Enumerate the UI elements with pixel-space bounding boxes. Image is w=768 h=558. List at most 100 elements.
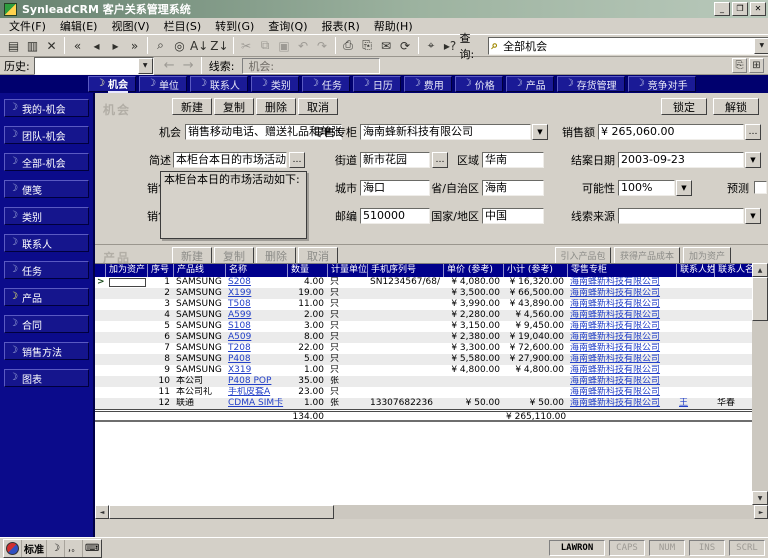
- close-button[interactable]: ✕: [750, 2, 766, 16]
- tab-calendar[interactable]: ☽日历: [353, 76, 401, 92]
- horizontal-scrollbar[interactable]: ◄ ►: [95, 505, 768, 519]
- sort-asc-icon[interactable]: A↓: [189, 36, 209, 55]
- new-button[interactable]: 新建: [172, 98, 212, 115]
- counter-link[interactable]: 海南蜂新科技有限公司: [570, 332, 660, 342]
- tab-tasks[interactable]: ☽任务: [302, 76, 350, 92]
- menu-help[interactable]: 帮助(H): [367, 17, 420, 35]
- sidebar-item-sales-methods[interactable]: ☽销售方法: [4, 342, 89, 360]
- history-combobox[interactable]: ▼: [34, 57, 154, 75]
- tab-competitors[interactable]: ☽竞争对手: [628, 76, 696, 92]
- counter-link[interactable]: 海南蜂新科技有限公司: [570, 354, 660, 364]
- report-page-icon[interactable]: ⎘: [732, 58, 747, 73]
- sidebar-item-contracts[interactable]: ☽合同: [4, 315, 89, 333]
- ellipsis-icon[interactable]: …: [432, 152, 448, 168]
- tab-inventory[interactable]: ☽存货管理: [557, 76, 625, 92]
- product-link[interactable]: S208: [228, 277, 251, 287]
- product-copy-button[interactable]: 复制: [214, 247, 254, 264]
- ime-logo-icon[interactable]: [4, 540, 22, 557]
- cancel-button[interactable]: 取消: [298, 98, 338, 115]
- preview-icon[interactable]: ◎: [170, 36, 189, 55]
- restore-button[interactable]: ❐: [732, 2, 748, 16]
- street-field[interactable]: 新市花园: [360, 152, 430, 168]
- table-row[interactable]: 11本公司礼手机皮套A23.00只海南蜂新科技有限公司: [95, 387, 752, 398]
- query-combobox[interactable]: ⌕ 全部机会 ▼: [488, 37, 768, 55]
- tab-company[interactable]: ☽单位: [139, 76, 187, 92]
- ime-fullwidth-icon[interactable]: ☽: [47, 540, 65, 557]
- sidebar-item-my-opportunities[interactable]: ☽我的-机会: [4, 99, 89, 117]
- table-row[interactable]: 6SAMSUNGA5098.00只¥ 2,380.00¥ 19,040.00海南…: [95, 332, 752, 343]
- brief-field[interactable]: 本柜台本日的市场活动如下:: [173, 152, 287, 168]
- last-record-icon[interactable]: »: [125, 36, 144, 55]
- copy-button[interactable]: 复制: [214, 98, 254, 115]
- sidebar-item-contacts[interactable]: ☽联系人: [4, 234, 89, 252]
- chevron-down-icon[interactable]: ▼: [745, 152, 761, 168]
- product-link[interactable]: 手机皮套A: [228, 387, 270, 397]
- product-link[interactable]: X319: [228, 365, 251, 375]
- find-icon[interactable]: ⌖: [422, 36, 441, 55]
- sidebar-item-all-opportunities[interactable]: ☽全部-机会: [4, 153, 89, 171]
- refresh-icon[interactable]: ⟳: [396, 36, 415, 55]
- tab-contacts[interactable]: ☽联系人: [190, 76, 248, 92]
- menu-sections[interactable]: 栏目(S): [157, 17, 209, 35]
- product-link[interactable]: T208: [228, 343, 251, 353]
- forecast-checkbox[interactable]: [754, 181, 767, 194]
- print-icon[interactable]: ⎙: [339, 36, 358, 55]
- delete-button[interactable]: 删除: [256, 98, 296, 115]
- ime-punctuation-icon[interactable]: ，。: [65, 540, 83, 557]
- table-row[interactable]: 8SAMSUNGP4085.00只¥ 5,580.00¥ 27,900.00海南…: [95, 354, 752, 365]
- product-link[interactable]: S108: [228, 321, 251, 331]
- column-header[interactable]: 联系人姓: [676, 264, 714, 277]
- amount-field[interactable]: ¥ 265,060.00: [598, 124, 744, 140]
- ime-keyboard-icon[interactable]: ⌨: [83, 540, 101, 557]
- prev-record-icon[interactable]: ◂: [87, 36, 106, 55]
- product-link[interactable]: T508: [228, 299, 251, 309]
- product-link[interactable]: CDMA SIM卡: [228, 398, 283, 408]
- counter-link[interactable]: 海南蜂新科技有限公司: [570, 277, 660, 287]
- product-link[interactable]: P408: [228, 354, 251, 364]
- zoom-icon[interactable]: ⌕: [151, 36, 170, 55]
- counter-link[interactable]: 海南蜂新科技有限公司: [570, 398, 660, 408]
- lead-source-field[interactable]: [618, 208, 744, 224]
- menu-view[interactable]: 视图(V): [104, 17, 156, 35]
- tab-opportunity[interactable]: ☽机会: [88, 76, 136, 92]
- tab-products[interactable]: ☽产品: [506, 76, 554, 92]
- forward-icon[interactable]: →: [179, 56, 198, 75]
- table-row[interactable]: >1SAMSUNGS2084.00只SN1234567/68/¥ 4,080.0…: [95, 277, 752, 288]
- table-row[interactable]: 4SAMSUNGA5992.00只¥ 2,280.00¥ 4,560.00海南蜂…: [95, 310, 752, 321]
- column-header[interactable]: 名称: [225, 264, 287, 277]
- tab-expenses[interactable]: ☽费用: [404, 76, 452, 92]
- window-layout-icon[interactable]: ⊞: [749, 58, 764, 73]
- counter-link[interactable]: 海南蜂新科技有限公司: [570, 365, 660, 375]
- sidebar-item-tasks[interactable]: ☽任务: [4, 261, 89, 279]
- counter-link[interactable]: 海南蜂新科技有限公司: [570, 376, 660, 386]
- next-record-icon[interactable]: ▸: [106, 36, 125, 55]
- chevron-down-icon[interactable]: ▼: [754, 38, 768, 54]
- product-cancel-button[interactable]: 取消: [298, 247, 338, 264]
- chevron-down-icon[interactable]: ▼: [745, 208, 761, 224]
- sidebar-item-charts[interactable]: ☽图表: [4, 369, 89, 387]
- menu-query[interactable]: 查询(Q): [261, 17, 314, 35]
- counter-field[interactable]: 海南蜂新科技有限公司: [360, 124, 531, 140]
- column-header[interactable]: 单价 (参考): [443, 264, 503, 277]
- sidebar-item-team-opportunities[interactable]: ☽团队-机会: [4, 126, 89, 144]
- column-header[interactable]: 序号: [147, 264, 173, 277]
- get-product-cost-button[interactable]: 获得产品成本: [614, 247, 680, 264]
- first-record-icon[interactable]: «: [68, 36, 87, 55]
- import-product-pack-button[interactable]: 引入产品包: [555, 247, 611, 264]
- column-header[interactable]: 产品线: [173, 264, 225, 277]
- product-link[interactable]: X199: [228, 288, 251, 298]
- close-date-field[interactable]: 2003-09-23: [618, 152, 744, 168]
- vertical-scrollbar[interactable]: ▲ ▼: [752, 263, 768, 505]
- add-as-asset-button[interactable]: 加为资产: [683, 247, 731, 264]
- counter-link[interactable]: 海南蜂新科技有限公司: [570, 387, 660, 397]
- product-link[interactable]: P408 POP: [228, 376, 271, 386]
- product-delete-button[interactable]: 删除: [256, 247, 296, 264]
- chevron-down-icon[interactable]: ▼: [676, 180, 692, 196]
- ime-mode-button[interactable]: 标准: [22, 540, 47, 557]
- ellipsis-icon[interactable]: …: [289, 152, 305, 168]
- ellipsis-icon[interactable]: …: [745, 124, 761, 140]
- table-row[interactable]: 10本公司P408 POP35.00张海南蜂新科技有限公司: [95, 376, 752, 387]
- scroll-down-icon[interactable]: ▼: [752, 491, 768, 505]
- column-header[interactable]: 手机序列号: [367, 264, 443, 277]
- counter-link[interactable]: 海南蜂新科技有限公司: [570, 310, 660, 320]
